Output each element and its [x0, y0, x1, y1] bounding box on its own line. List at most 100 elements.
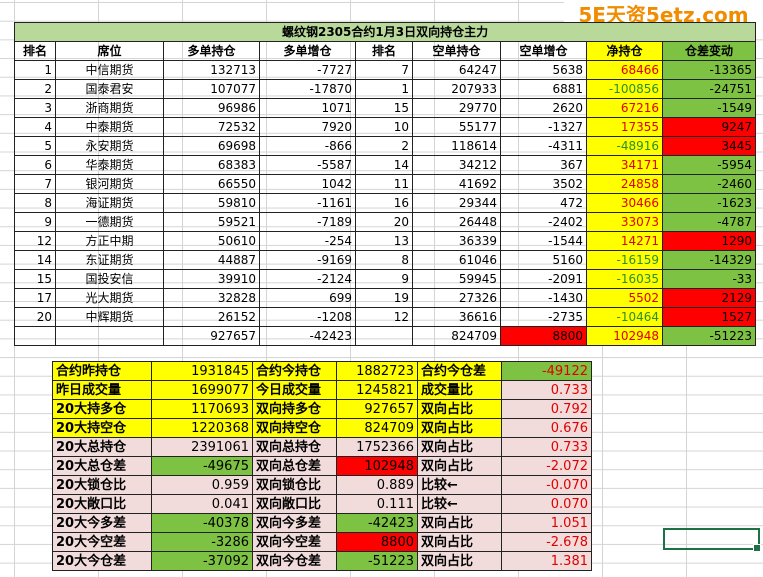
header-cell[interactable]: 席位 [55, 41, 164, 61]
stats-label[interactable]: 双向占比 [417, 513, 502, 533]
table-cell[interactable]: -24751 [661, 79, 757, 99]
stats-value[interactable]: -37092 [151, 551, 253, 571]
table-cell[interactable]: -33 [661, 269, 757, 289]
stats-label[interactable]: 合约昨持仓 [52, 361, 152, 381]
table-cell[interactable]: 33073 [586, 212, 663, 232]
stats-label[interactable]: 20大总仓差 [52, 456, 152, 476]
table-cell[interactable]: 59945 [412, 269, 501, 289]
table-cell[interactable]: 中泰期货 [55, 117, 164, 137]
totals-cell[interactable]: -42423 [259, 326, 356, 346]
table-cell[interactable]: 27326 [412, 288, 501, 308]
table-cell[interactable]: 9247 [661, 117, 757, 137]
table-cell[interactable]: -48916 [586, 136, 663, 156]
stats-value[interactable]: -49122 [501, 361, 592, 381]
stats-label[interactable]: 双向敞口比 [252, 494, 337, 514]
table-cell[interactable]: -9169 [259, 250, 356, 270]
stats-label[interactable]: 20大今多差 [52, 513, 152, 533]
stats-value[interactable]: 0.733 [501, 437, 592, 457]
table-cell[interactable]: 472 [500, 193, 587, 213]
table-cell[interactable]: -254 [259, 231, 356, 251]
table-cell[interactable]: -7727 [259, 60, 356, 80]
table-cell[interactable]: -2402 [500, 212, 587, 232]
table-cell[interactable]: 26448 [412, 212, 501, 232]
table-cell[interactable]: 55177 [412, 117, 501, 137]
table-cell[interactable]: -1161 [259, 193, 356, 213]
stats-value[interactable]: 1.051 [501, 513, 592, 533]
table-cell[interactable]: -16035 [586, 269, 663, 289]
table-cell[interactable]: 1290 [661, 231, 757, 251]
stats-value[interactable]: 1882723 [336, 361, 418, 381]
table-cell[interactable]: -2124 [259, 269, 356, 289]
stats-value[interactable]: 0.733 [501, 380, 592, 400]
table-cell[interactable]: 29344 [412, 193, 501, 213]
table-cell[interactable]: 浙商期货 [55, 98, 164, 118]
totals-cell[interactable]: 927657 [163, 326, 260, 346]
stats-value[interactable]: 0.041 [151, 494, 253, 514]
stats-value[interactable]: 1931845 [151, 361, 253, 381]
table-cell[interactable]: 61046 [412, 250, 501, 270]
table-cell[interactable]: 29770 [412, 98, 501, 118]
table-cell[interactable]: 20 [355, 212, 413, 232]
table-cell[interactable]: 3 [14, 98, 56, 118]
stats-label[interactable]: 双向持空仓 [252, 418, 337, 438]
table-cell[interactable]: 59521 [163, 212, 260, 232]
table-cell[interactable]: 207933 [412, 79, 501, 99]
stats-label[interactable]: 20大今仓差 [52, 551, 152, 571]
header-cell[interactable]: 多单增仓 [259, 41, 356, 61]
header-cell[interactable]: 净持仓 [586, 41, 663, 61]
stats-label[interactable]: 合约今仓差 [417, 361, 502, 381]
stats-value[interactable]: -2.678 [501, 532, 592, 552]
header-cell[interactable]: 排名 [355, 41, 413, 61]
stats-label[interactable]: 20大持多仓 [52, 399, 152, 419]
table-cell[interactable]: 30466 [586, 193, 663, 213]
table-cell[interactable]: 东证期货 [55, 250, 164, 270]
table-cell[interactable]: -4311 [500, 136, 587, 156]
table-cell[interactable]: -5587 [259, 155, 356, 175]
table-cell[interactable]: 14 [14, 250, 56, 270]
active-cell-selection[interactable] [663, 528, 760, 550]
table-cell[interactable]: 67216 [586, 98, 663, 118]
stats-value[interactable]: 0.959 [151, 475, 253, 495]
table-cell[interactable]: 20 [14, 307, 56, 327]
table-cell[interactable]: 3502 [500, 174, 587, 194]
table-cell[interactable]: 96986 [163, 98, 260, 118]
table-cell[interactable]: 5638 [500, 60, 587, 80]
table-cell[interactable]: -1544 [500, 231, 587, 251]
header-cell[interactable]: 仓差变动 [661, 41, 757, 61]
table-cell[interactable]: 68466 [586, 60, 663, 80]
totals-cell[interactable]: 8800 [500, 326, 587, 346]
table-cell[interactable]: 一德期货 [55, 212, 164, 232]
stats-label[interactable]: 昨日成交量 [52, 380, 152, 400]
table-cell[interactable]: -5954 [661, 155, 757, 175]
stats-label[interactable]: 合约今持仓 [252, 361, 337, 381]
table-cell[interactable]: 7920 [259, 117, 356, 137]
table-cell[interactable]: 59810 [163, 193, 260, 213]
table-cell[interactable]: 10 [355, 117, 413, 137]
table-cell[interactable]: 2129 [661, 288, 757, 308]
totals-cell[interactable] [355, 326, 413, 346]
table-cell[interactable]: 5160 [500, 250, 587, 270]
table-cell[interactable]: 中辉期货 [55, 307, 164, 327]
stats-value[interactable]: 1170693 [151, 399, 253, 419]
table-cell[interactable]: 6 [14, 155, 56, 175]
table-cell[interactable]: 中信期货 [55, 60, 164, 80]
stats-value[interactable]: -3286 [151, 532, 253, 552]
table-cell[interactable]: 36339 [412, 231, 501, 251]
table-cell[interactable]: 34171 [586, 155, 663, 175]
stats-value[interactable]: -49675 [151, 456, 253, 476]
table-cell[interactable]: 699 [259, 288, 356, 308]
stats-label[interactable]: 20大今空差 [52, 532, 152, 552]
stats-value[interactable]: 8800 [336, 532, 418, 552]
stats-label[interactable]: 成交量比 [417, 380, 502, 400]
stats-label[interactable]: 双向今仓差 [252, 551, 337, 571]
table-title[interactable]: 螺纹钢2305合约1月3日双向持仓主力 [13, 22, 757, 42]
stats-value[interactable]: 927657 [336, 399, 418, 419]
table-cell[interactable]: -1430 [500, 288, 587, 308]
table-cell[interactable]: 9 [14, 212, 56, 232]
table-cell[interactable]: 16 [355, 193, 413, 213]
totals-cell[interactable]: -51223 [661, 326, 757, 346]
totals-cell[interactable]: 102948 [586, 326, 663, 346]
table-cell[interactable]: 26152 [163, 307, 260, 327]
table-cell[interactable]: -1549 [661, 98, 757, 118]
table-cell[interactable]: 15 [14, 269, 56, 289]
